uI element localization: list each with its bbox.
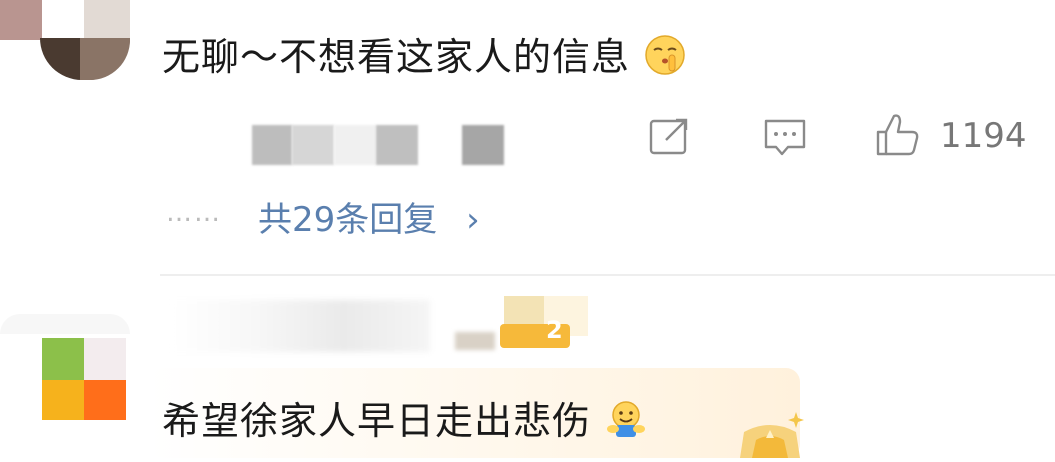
shushing-face-icon	[643, 33, 687, 86]
avatar[interactable]	[0, 314, 130, 458]
fan-level-badge: 2	[500, 296, 590, 350]
like-button[interactable]	[874, 110, 922, 162]
crown-badge-icon	[730, 408, 810, 462]
comment-text: 希望徐家人早日走出悲伤	[162, 390, 648, 448]
divider	[160, 274, 1055, 276]
view-replies-link[interactable]: 共29条回复 ›	[258, 192, 480, 241]
hugging-face-icon	[604, 399, 648, 448]
thumbs-up-icon	[874, 114, 922, 162]
comment-text: 无聊～不想看这家人的信息	[162, 26, 687, 86]
replies-dots: ……	[166, 198, 222, 228]
share-icon[interactable]	[648, 116, 692, 160]
comment-icon[interactable]	[762, 116, 808, 162]
chevron-right-icon: ›	[466, 200, 480, 240]
like-count: 1194	[940, 116, 1027, 156]
avatar[interactable]	[0, 0, 130, 80]
